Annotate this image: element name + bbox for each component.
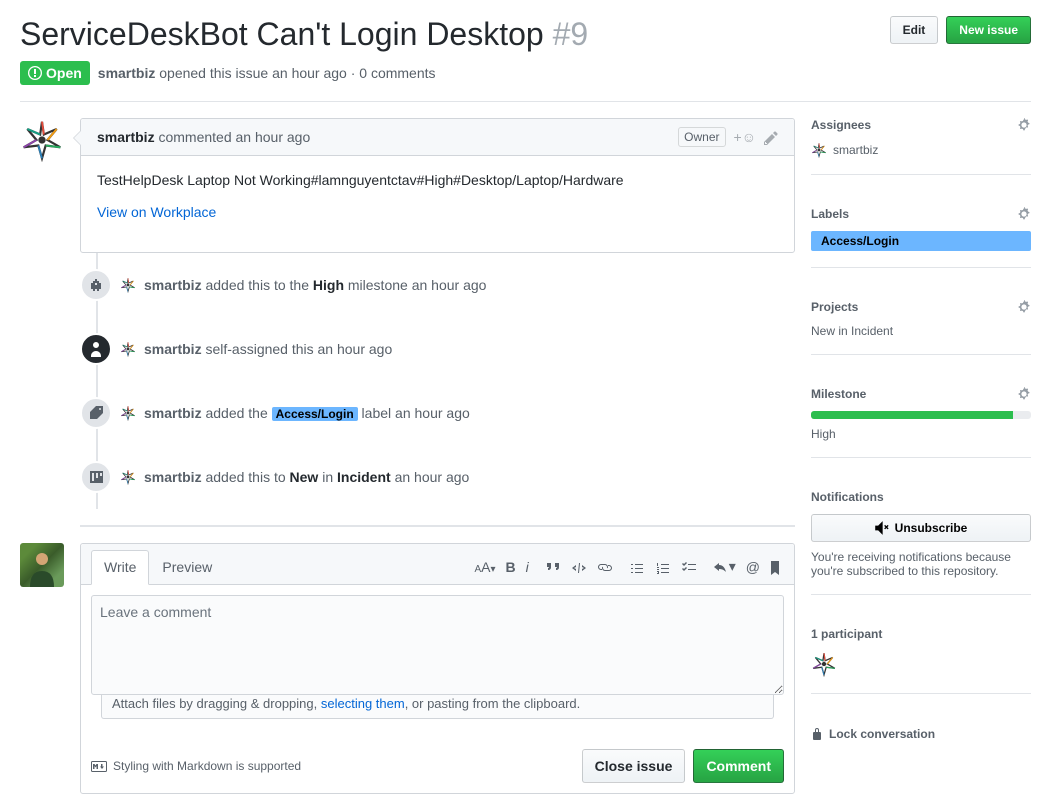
workplace-link[interactable]: View on Workplace xyxy=(97,204,216,220)
quote-icon[interactable] xyxy=(545,558,561,575)
state-badge: Open xyxy=(20,61,90,85)
issue-open-icon xyxy=(28,65,42,81)
project-item[interactable]: New in Incident xyxy=(811,324,1031,338)
sidebar-label-item[interactable]: Access/Login xyxy=(811,231,1031,251)
issue-number: #9 xyxy=(553,16,589,52)
new-issue-button[interactable]: New issue xyxy=(946,16,1031,44)
notifications-heading: Notifications xyxy=(811,490,884,504)
code-icon[interactable] xyxy=(571,558,587,575)
reply-icon[interactable]: ▾ xyxy=(713,558,736,575)
event-assign: smartbiz self-assigned this an hour ago xyxy=(144,341,392,357)
comment-header-text: smartbiz commented an hour ago xyxy=(97,129,310,145)
text-size-icon[interactable]: AA▾ xyxy=(474,559,495,575)
assignees-heading: Assignees xyxy=(811,118,871,132)
gear-icon[interactable] xyxy=(1017,118,1031,132)
mention-icon[interactable]: @ xyxy=(746,559,760,575)
event-milestone: smartbiz added this to the High mileston… xyxy=(144,277,486,293)
italic-icon[interactable]: i xyxy=(526,559,529,575)
unsubscribe-button[interactable]: Unsubscribe xyxy=(811,514,1031,542)
issue-title: ServiceDeskBot Can't Login Desktop #9 xyxy=(20,16,588,53)
event-avatar[interactable] xyxy=(120,277,136,293)
comment-textarea[interactable] xyxy=(91,595,784,695)
milestone-name[interactable]: High xyxy=(811,427,1031,441)
tag-icon xyxy=(80,397,112,429)
participants-heading: 1 participant xyxy=(811,627,882,641)
lock-icon xyxy=(811,726,823,742)
author-avatar[interactable] xyxy=(20,118,64,162)
milestone-icon xyxy=(80,269,112,301)
edit-button[interactable]: Edit xyxy=(890,16,939,44)
participant-avatar[interactable] xyxy=(811,651,837,677)
issue-title-text: ServiceDeskBot Can't Login Desktop xyxy=(20,16,544,52)
gear-icon[interactable] xyxy=(1017,207,1031,221)
mute-icon xyxy=(875,521,889,535)
write-tab[interactable]: Write xyxy=(91,550,149,585)
compose-box: Write Preview AA▾ B i xyxy=(80,543,795,794)
issue-meta: smartbiz opened this issue an hour ago ·… xyxy=(98,65,436,81)
markdown-hint[interactable]: Styling with Markdown is supported xyxy=(91,759,301,773)
label-tag[interactable]: Access/Login xyxy=(272,407,358,421)
preview-tab[interactable]: Preview xyxy=(149,550,225,584)
event-avatar[interactable] xyxy=(120,341,136,357)
event-label: smartbiz added the Access/Login label an… xyxy=(144,405,470,421)
project-icon xyxy=(80,461,112,493)
gear-icon[interactable] xyxy=(1017,387,1031,401)
edit-comment-icon[interactable] xyxy=(764,128,778,145)
bookmark-icon[interactable] xyxy=(770,558,780,575)
milestone-heading: Milestone xyxy=(811,387,866,401)
event-project: smartbiz added this to New in Incident a… xyxy=(144,469,469,485)
link-icon[interactable] xyxy=(597,558,613,575)
owner-badge: Owner xyxy=(678,127,725,147)
assignee-item[interactable]: smartbiz xyxy=(811,142,1031,158)
markdown-toolbar: AA▾ B i xyxy=(474,558,784,575)
event-avatar[interactable] xyxy=(120,469,136,485)
meta-author[interactable]: smartbiz xyxy=(98,65,156,81)
comment: smartbiz commented an hour ago Owner +☺ … xyxy=(80,118,795,253)
milestone-progress xyxy=(811,411,1031,419)
bullet-list-icon[interactable] xyxy=(629,558,645,575)
comment-body-text: TestHelpDesk Laptop Not Working#lamnguye… xyxy=(97,172,778,188)
number-list-icon[interactable] xyxy=(655,558,671,575)
event-avatar[interactable] xyxy=(120,405,136,421)
comment-button[interactable]: Comment xyxy=(693,749,784,783)
markdown-icon xyxy=(91,761,107,772)
lock-conversation[interactable]: Lock conversation xyxy=(811,710,1031,742)
bold-icon[interactable]: B xyxy=(506,559,516,575)
gear-icon[interactable] xyxy=(1017,300,1031,314)
projects-heading: Projects xyxy=(811,300,858,314)
notifications-note: You're receiving notifications because y… xyxy=(811,550,1031,578)
close-issue-button[interactable]: Close issue xyxy=(582,749,686,783)
task-list-icon[interactable] xyxy=(681,558,697,575)
comment-author[interactable]: smartbiz xyxy=(97,129,155,145)
add-reaction-icon[interactable]: +☺ xyxy=(734,129,756,145)
labels-heading: Labels xyxy=(811,207,849,221)
person-icon xyxy=(80,333,112,365)
current-user-avatar[interactable] xyxy=(20,543,64,587)
